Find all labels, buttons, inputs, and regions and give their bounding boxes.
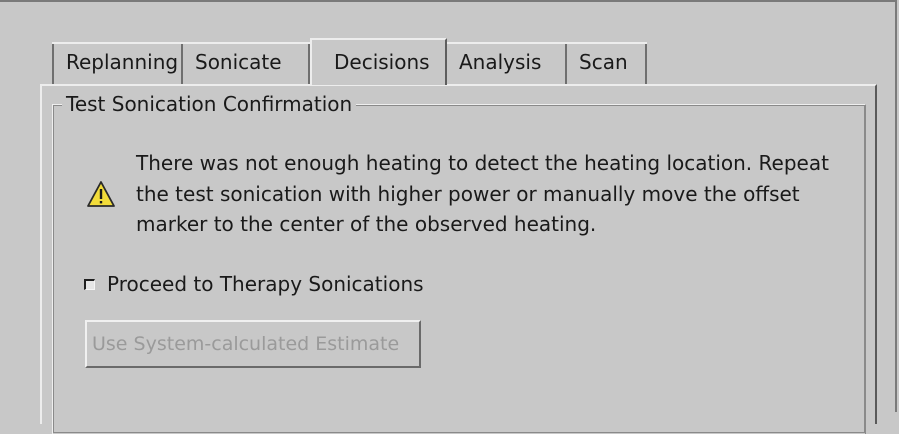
proceed-to-therapy-checkbox[interactable]: Proceed to Therapy Sonications: [84, 270, 424, 298]
tab-analysis[interactable]: Analysis: [447, 42, 567, 86]
checkbox-box[interactable]: [84, 278, 95, 290]
use-system-calculated-estimate-button[interactable]: Use System-calculated Estimate: [85, 320, 421, 368]
warning-message: There was not enough heating to detect t…: [136, 151, 829, 236]
tab-strip-edge-right: [447, 42, 647, 44]
tab-scan-label: Scan: [579, 50, 628, 74]
tab-sonicate[interactable]: Sonicate: [183, 42, 310, 86]
tab-strip-edge: [52, 42, 310, 44]
tab-decisions[interactable]: Decisions: [310, 38, 447, 85]
tab-replanning-label: Replanning: [66, 50, 179, 74]
groupbox-title: Test Sonication Confirmation: [62, 90, 357, 118]
tab-analysis-label: Analysis: [459, 50, 542, 74]
tab-scan[interactable]: Scan: [567, 42, 647, 86]
tab-replanning[interactable]: Replanning: [52, 42, 183, 86]
warning-icon: [87, 181, 115, 207]
tab-decisions-label: Decisions: [334, 50, 430, 74]
checkbox-label: Proceed to Therapy Sonications: [107, 272, 424, 296]
tab-sonicate-label: Sonicate: [195, 50, 282, 74]
